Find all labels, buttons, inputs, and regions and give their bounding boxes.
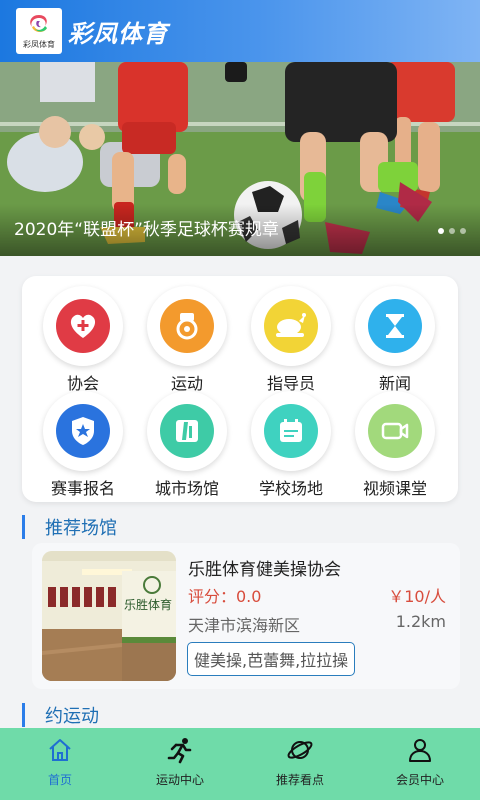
grid-item-association[interactable]: 协会 [33, 286, 133, 394]
banner-title[interactable]: 2020年“联盟杯”秋季足球杯赛规章 [14, 215, 279, 240]
heart-plus-icon [70, 314, 96, 338]
grid-item-news[interactable]: 新闻 [345, 286, 445, 394]
nav-label: 运动中心 [155, 773, 204, 787]
venue-sign-text: 乐胜体育 [124, 597, 172, 612]
grid-item-instructor[interactable]: 指导员 [241, 286, 341, 394]
venue-distance: 1.2km [395, 612, 446, 631]
runner-icon [167, 738, 192, 764]
venue-rating: 评分：0.0 [188, 587, 262, 606]
venue-image: 乐胜体育 [42, 551, 176, 681]
medal-icon [176, 313, 198, 340]
section-title: 约运动 [45, 706, 99, 727]
bottom-nav: 首页 运动中心 推荐看点 会员中心 [0, 728, 480, 800]
grid-item-label: 学校场地 [258, 479, 323, 498]
nav-label: 推荐看点 [275, 773, 324, 787]
nav-item-sports-center[interactable]: 运动中心 [120, 728, 240, 800]
carousel-dot[interactable] [449, 228, 455, 234]
nav-item-member-center[interactable]: 会员中心 [360, 728, 480, 800]
nav-label: 首页 [47, 773, 72, 787]
nav-item-home[interactable]: 首页 [0, 728, 120, 800]
grid-item-video-class[interactable]: 视频课堂 [345, 391, 445, 499]
venue-name: 乐胜体育健美操协会 [188, 560, 341, 580]
grid-item-label: 城市场馆 [154, 479, 219, 498]
venue-photo: 乐胜体育 [42, 551, 176, 681]
venue-price: ￥10/人 [388, 587, 446, 606]
grid-item-label: 视频课堂 [362, 479, 427, 498]
user-icon [409, 739, 431, 762]
calendar-icon [280, 419, 302, 442]
video-camera-icon [381, 422, 409, 440]
nav-item-recommended[interactable]: 推荐看点 [240, 728, 360, 800]
grid-item-event-registration[interactable]: 赛事报名 [33, 391, 133, 499]
hourglass-icon [386, 314, 404, 338]
app-logo: 彩凤体育 [16, 8, 62, 54]
grid-item-city-venues[interactable]: 城市场馆 [137, 391, 237, 499]
home-icon [49, 739, 71, 761]
venue-tags: 健美操,芭蕾舞,拉拉操 [187, 642, 356, 676]
carousel-dot[interactable] [438, 228, 444, 234]
nav-label: 会员中心 [395, 773, 444, 787]
carousel-dot[interactable] [460, 228, 466, 234]
chicken-icon [276, 313, 306, 337]
feature-grid: 协会 运动 指导员 新闻 赛事报名 城市场馆 学校场地 视频课堂 [22, 276, 458, 502]
section-accent-bar [22, 515, 25, 539]
shield-star-icon [72, 417, 94, 445]
grid-item-school-fields[interactable]: 学校场地 [241, 391, 341, 499]
section-title: 推荐场馆 [45, 518, 117, 539]
grid-item-label: 赛事报名 [50, 479, 115, 498]
phoenix-logo-icon [30, 15, 47, 33]
venue-card[interactable]: 乐胜体育 乐胜体育健美操协会 评分：0.0 ￥10/人 天津市滨海新区 1.2k… [32, 543, 460, 689]
road-icon [176, 420, 198, 442]
app-title: 彩凤体育 [68, 19, 168, 48]
app-header: 彩凤体育 彩凤体育 [0, 0, 480, 62]
carousel-dots [438, 228, 466, 234]
section-recommended-venues: 推荐场馆 [22, 514, 117, 540]
logo-text: 彩凤体育 [23, 40, 55, 49]
venue-area: 天津市滨海新区 [188, 616, 301, 635]
section-accent-bar [22, 703, 25, 727]
banner-carousel[interactable]: 2020年“联盟杯”秋季足球杯赛规章 [0, 62, 480, 256]
section-activities: 约运动 [22, 702, 99, 728]
planet-icon [287, 741, 313, 759]
grid-item-sports[interactable]: 运动 [137, 286, 237, 394]
